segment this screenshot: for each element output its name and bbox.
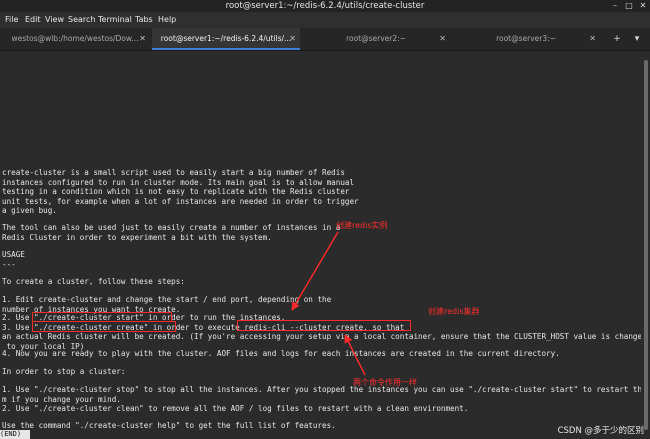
annotation-create-cluster: 创建redis集群	[428, 307, 480, 316]
annotation-create-instances: 创建redis实例	[336, 221, 388, 230]
annotation-arrows	[291, 231, 366, 376]
pager-status: (END)	[0, 430, 30, 439]
annotation-same-effect: 两个命令作用一样	[353, 378, 417, 387]
csdn-watermark: CSDN @多于少的区别	[557, 426, 644, 436]
arrow-to-redis-cli-icon	[344, 334, 366, 376]
arrow-to-start-icon	[291, 231, 339, 311]
